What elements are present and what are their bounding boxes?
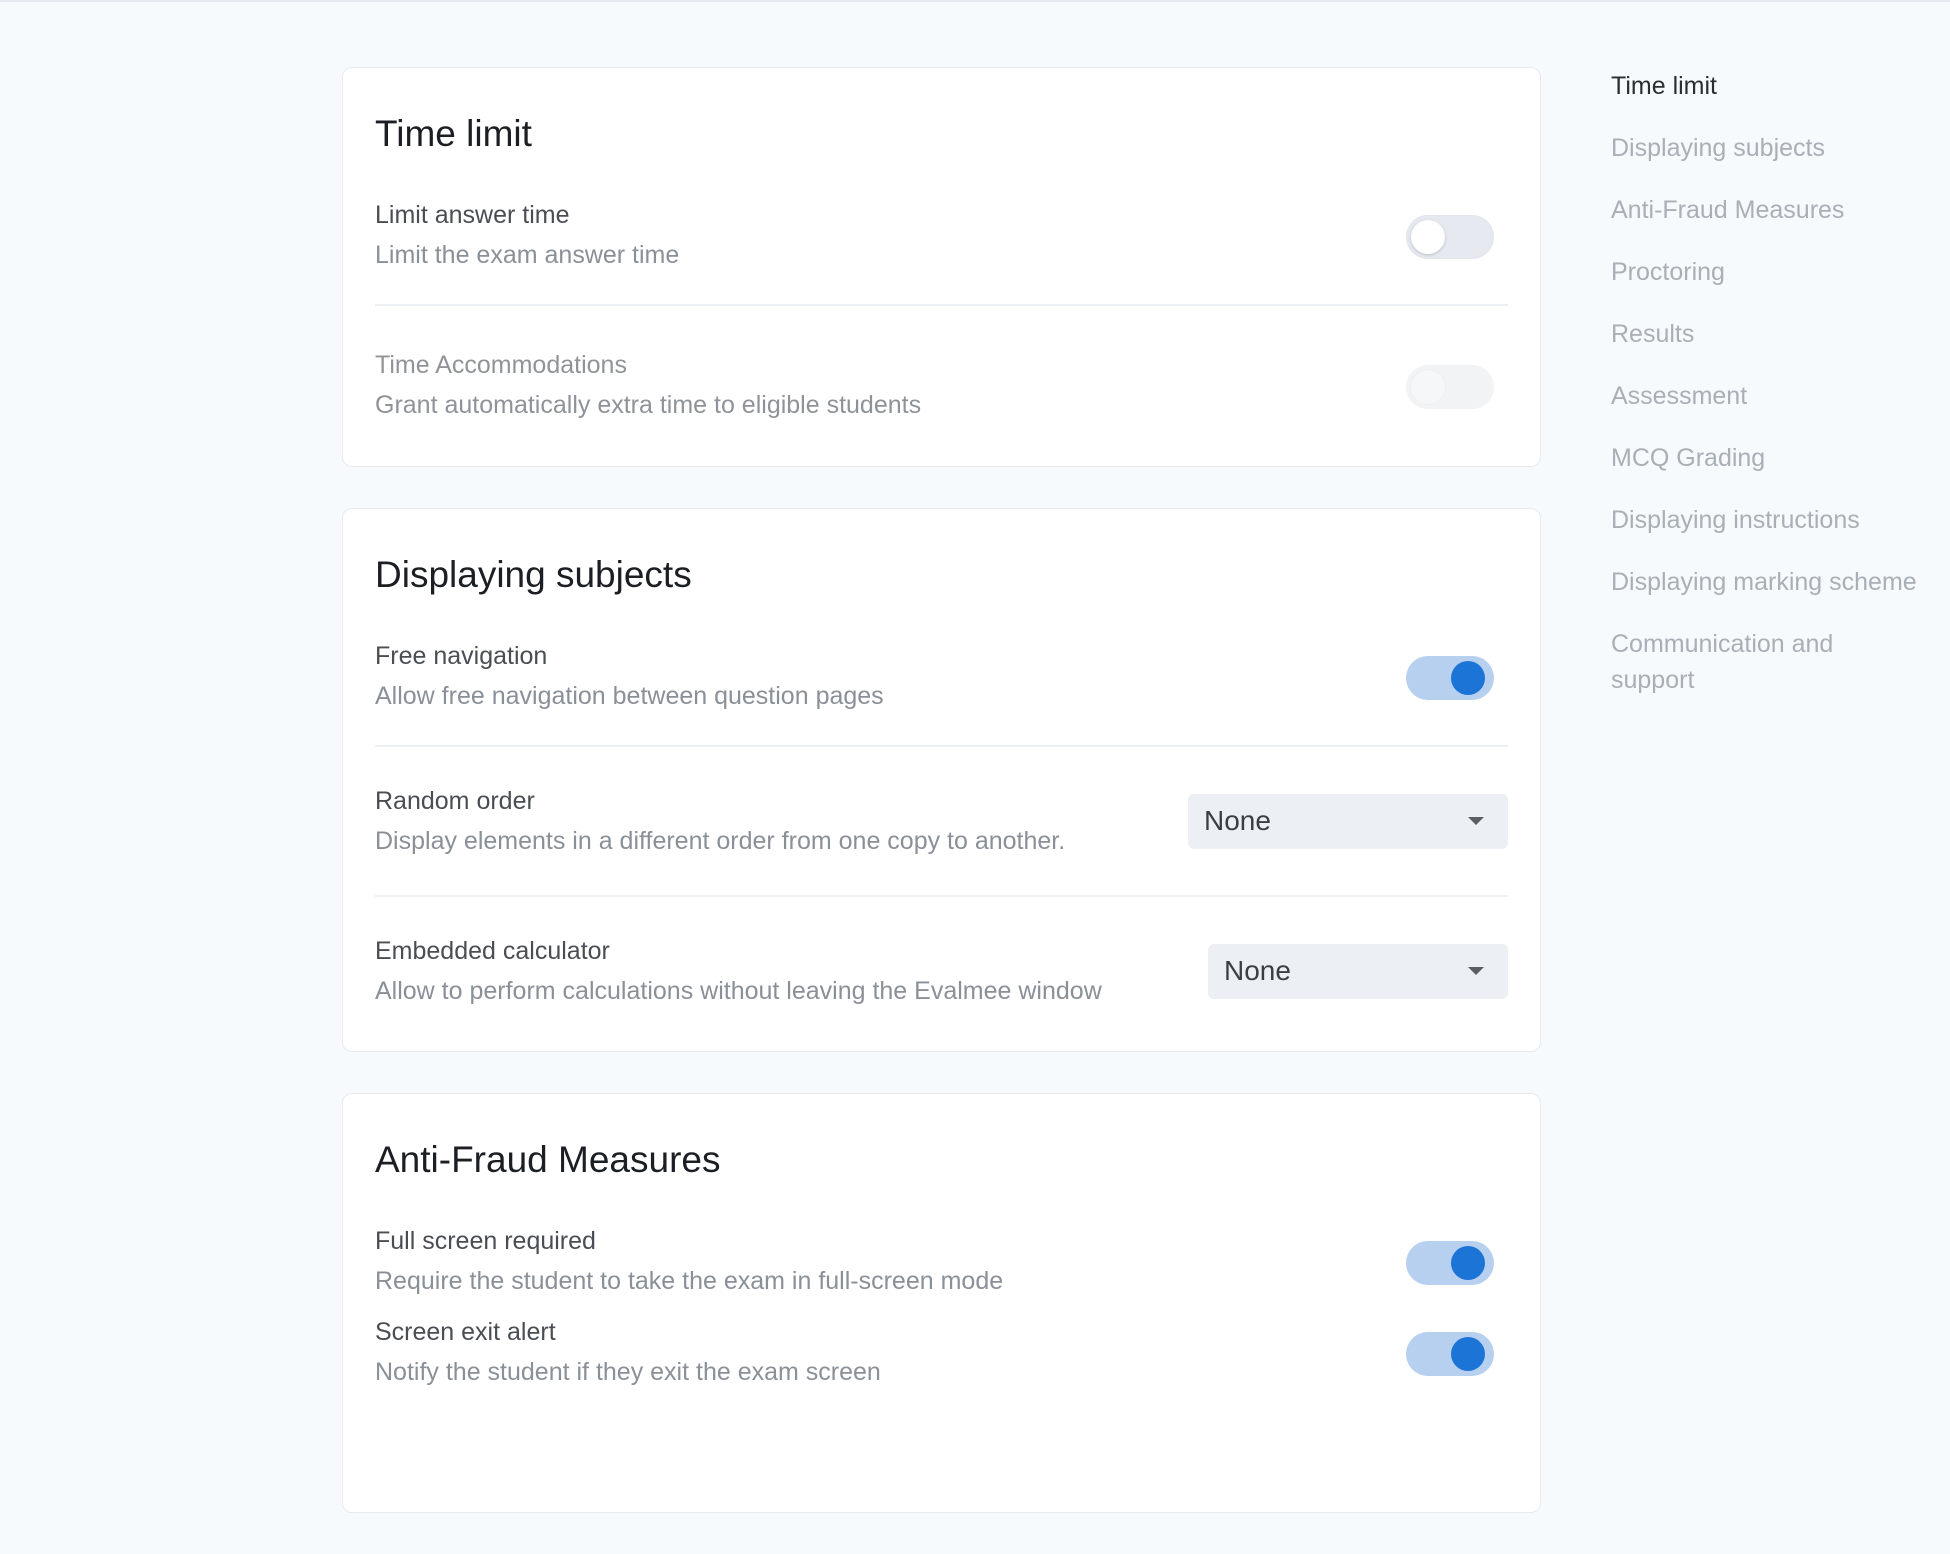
toggle-knob	[1451, 661, 1485, 695]
random-order-label: Random order	[375, 787, 535, 815]
free-navigation-description: Allow free navigation between question p…	[375, 682, 884, 710]
random-order-description: Display elements in a different order fr…	[375, 827, 1066, 855]
embedded-calculator-label: Embedded calculator	[375, 937, 610, 965]
time-accommodations-setting: Time Accommodations Grant automatically …	[375, 306, 1508, 428]
table-of-contents: Time limit Displaying subjects Anti-Frau…	[1611, 68, 1941, 724]
random-order-selected-value: None	[1204, 805, 1271, 836]
limit-answer-time-toggle[interactable]	[1406, 215, 1494, 259]
toc-item-assessment[interactable]: Assessment	[1611, 378, 1941, 414]
screen-exit-alert-label: Screen exit alert	[375, 1318, 556, 1346]
full-screen-required-label: Full screen required	[375, 1227, 596, 1255]
toc-item-mcq-grading[interactable]: MCQ Grading	[1611, 440, 1941, 476]
anti-fraud-title: Anti-Fraud Measures	[375, 1139, 721, 1180]
free-navigation-toggle[interactable]	[1406, 656, 1494, 700]
embedded-calculator-setting: Embedded calculator Allow to perform cal…	[375, 897, 1508, 1045]
toc-item-displaying-subjects[interactable]: Displaying subjects	[1611, 130, 1941, 166]
time-accommodations-label: Time Accommodations	[375, 351, 627, 379]
chevron-down-icon	[1468, 817, 1484, 825]
top-divider	[0, 0, 1950, 2]
embedded-calculator-description: Allow to perform calculations without le…	[375, 977, 1102, 1005]
full-screen-required-toggle[interactable]	[1406, 1241, 1494, 1285]
screen-exit-alert-setting: Screen exit alert Notify the student if …	[375, 1316, 1508, 1420]
toc-item-displaying-instructions[interactable]: Displaying instructions	[1611, 502, 1941, 538]
time-limit-title: Time limit	[375, 113, 532, 154]
time-accommodations-description: Grant automatically extra time to eligib…	[375, 391, 922, 419]
toggle-knob	[1411, 220, 1445, 254]
toc-item-communication-and-support[interactable]: Communication and support	[1611, 626, 1881, 698]
toc-item-proctoring[interactable]: Proctoring	[1611, 254, 1941, 290]
toc-item-time-limit[interactable]: Time limit	[1611, 68, 1941, 104]
embedded-calculator-select[interactable]: None	[1208, 943, 1508, 999]
toggle-knob	[1411, 370, 1445, 404]
random-order-select[interactable]: None	[1188, 793, 1508, 849]
toggle-knob	[1451, 1337, 1485, 1371]
free-navigation-label: Free navigation	[375, 642, 548, 670]
toc-item-anti-fraud-measures[interactable]: Anti-Fraud Measures	[1611, 192, 1941, 228]
time-limit-card: Time limit Limit answer time Limit the e…	[342, 67, 1541, 467]
full-screen-required-setting: Full screen required Require the student…	[375, 1212, 1508, 1316]
displaying-subjects-card: Displaying subjects Free navigation Allo…	[342, 508, 1541, 1052]
full-screen-required-description: Require the student to take the exam in …	[375, 1267, 1004, 1295]
embedded-calculator-selected-value: None	[1224, 955, 1291, 986]
limit-answer-time-setting: Limit answer time Limit the exam answer …	[375, 186, 1508, 306]
screen-exit-alert-description: Notify the student if they exit the exam…	[375, 1358, 881, 1386]
limit-answer-time-description: Limit the exam answer time	[375, 241, 680, 269]
displaying-subjects-title: Displaying subjects	[375, 554, 692, 595]
toc-item-displaying-marking-scheme[interactable]: Displaying marking scheme	[1611, 564, 1941, 600]
settings-main: Time limit Limit answer time Limit the e…	[342, 67, 1541, 1554]
anti-fraud-card: Anti-Fraud Measures Full screen required…	[342, 1093, 1541, 1513]
free-navigation-setting: Free navigation Allow free navigation be…	[375, 627, 1508, 747]
time-accommodations-toggle[interactable]	[1406, 365, 1494, 409]
chevron-down-icon	[1468, 967, 1484, 975]
toc-item-results[interactable]: Results	[1611, 316, 1941, 352]
screen-exit-alert-toggle[interactable]	[1406, 1332, 1494, 1376]
toggle-knob	[1451, 1246, 1485, 1280]
limit-answer-time-label: Limit answer time	[375, 201, 570, 229]
random-order-setting: Random order Display elements in a diffe…	[375, 747, 1508, 897]
